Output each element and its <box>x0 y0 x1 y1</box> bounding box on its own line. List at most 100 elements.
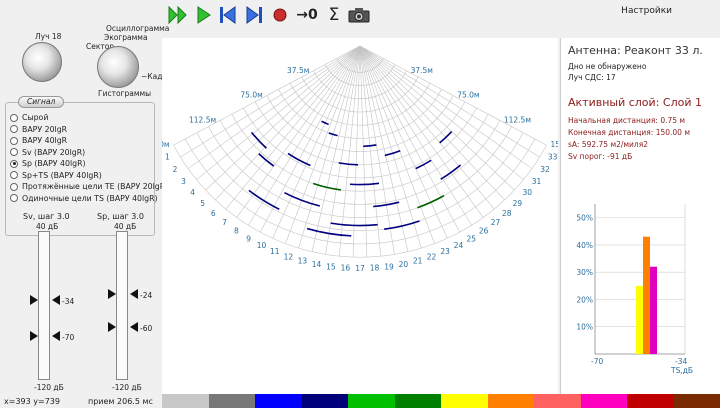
bottom-status: Дно не обнаружено <box>568 62 647 71</box>
echo-trace <box>363 144 377 148</box>
beam-number: 31 <box>532 177 542 186</box>
beam-number: 20 <box>399 260 409 269</box>
sp-marker2-left-icon[interactable] <box>108 322 116 332</box>
sv-marker-right-icon[interactable] <box>52 295 60 305</box>
palette-swatch[interactable] <box>580 394 627 408</box>
beam-number: 10 <box>257 241 267 250</box>
beam-number: 2 <box>173 165 178 174</box>
echo-trace <box>384 149 401 157</box>
signal-option-label: ВАРУ 40lgR <box>22 136 68 145</box>
beam-number: 15 <box>326 262 336 271</box>
settings-menu[interactable]: Настройки <box>621 6 672 16</box>
palette-swatch[interactable] <box>208 394 255 408</box>
sv-marker2-left-icon[interactable] <box>30 331 38 341</box>
range-label: 112.5м <box>504 115 531 124</box>
reset-zero-label: →0 <box>296 7 318 23</box>
radio-button[interactable] <box>10 182 18 191</box>
echo-trace <box>321 120 329 126</box>
radio-button[interactable] <box>10 171 18 179</box>
radio-button[interactable] <box>10 125 18 133</box>
sp-marker-right-icon[interactable] <box>130 289 138 299</box>
range-label: 37.5м <box>287 66 309 75</box>
hist-y-tick: 50% <box>576 214 593 223</box>
radio-button[interactable] <box>10 159 18 168</box>
skip-forward-icon[interactable] <box>244 5 264 25</box>
signal-option[interactable]: Sp (ВАРУ 40lgR) <box>10 158 86 169</box>
radio-button[interactable] <box>10 194 18 202</box>
signal-option-label: Sp (ВАРУ 40lgR) <box>22 159 86 168</box>
signal-option-label: Сырой <box>22 113 49 122</box>
palette-swatch[interactable] <box>348 394 395 408</box>
hist-y-tick: 40% <box>576 241 593 250</box>
sv-slider-track[interactable] <box>38 231 50 380</box>
hist-bar <box>643 236 650 354</box>
sv-slider-top: 40 дБ <box>36 222 59 231</box>
beam-number: 27 <box>491 218 501 227</box>
beam-number: 24 <box>454 241 464 250</box>
sonar-sector-canvas[interactable]: 37.5м37.5м75.0м75.0м112.5м112.5м150.0м15… <box>142 38 578 394</box>
echogram-label: Экограмма <box>104 33 148 42</box>
beam-number: 14 <box>312 260 322 269</box>
radio-button[interactable] <box>10 148 18 156</box>
record-icon[interactable] <box>270 5 290 25</box>
ts-histogram: 50% 40% 30% 20% 10% -70 -34TS,дБ <box>576 204 693 375</box>
sp-marker-2: -60 <box>140 324 153 333</box>
hist-y-tick: 10% <box>576 323 593 332</box>
palette-swatch[interactable] <box>673 394 720 408</box>
echo-trace <box>287 152 311 167</box>
reset-zero-icon[interactable]: →0 <box>295 5 319 25</box>
range-arc <box>243 107 477 179</box>
palette-swatch[interactable] <box>162 394 209 408</box>
play-icon[interactable] <box>194 5 214 25</box>
skip-back-icon[interactable] <box>218 5 238 25</box>
radio-button[interactable] <box>10 113 18 122</box>
oscillogram-label: Осциллограмма <box>106 24 170 33</box>
camera-icon[interactable] <box>348 5 370 25</box>
beam-number: 3 <box>181 177 186 186</box>
echo-trace <box>250 131 267 149</box>
view-mode-knob[interactable] <box>97 46 139 88</box>
beam-number: 28 <box>502 209 512 218</box>
palette-swatch[interactable] <box>534 394 581 408</box>
sp-marker-left-icon[interactable] <box>108 289 116 299</box>
radio-button[interactable] <box>10 136 18 145</box>
beam-number: 19 <box>384 262 394 271</box>
beam-sds: Луч СДС: 17 <box>568 73 616 82</box>
palette-swatch[interactable] <box>441 394 488 408</box>
sv-marker-left-icon[interactable] <box>30 295 38 305</box>
signal-option[interactable]: Sv (ВАРУ 20lgR) <box>10 147 85 158</box>
signal-option[interactable]: Sp+TS (ВАРУ 40lgR) <box>10 170 102 181</box>
beam-label: Луч 18 <box>35 32 62 41</box>
palette-swatch[interactable] <box>255 394 302 408</box>
signal-option-label: Sv (ВАРУ 20lgR) <box>22 147 86 157</box>
signal-option-label: Sp+TS (ВАРУ 40lgR) <box>22 170 102 180</box>
color-palette <box>162 394 720 408</box>
sv-marker-2: -70 <box>62 333 75 342</box>
palette-swatch[interactable] <box>487 394 534 408</box>
signal-option[interactable]: Одиночные цели TS (ВАРУ 40lgR) <box>10 193 158 204</box>
hist-bar <box>636 285 643 354</box>
beam-number: 25 <box>467 234 477 243</box>
sum-icon[interactable]: Σ <box>324 5 344 25</box>
beam-number: 21 <box>413 257 423 266</box>
sonar-sector-view[interactable]: 37.5м37.5м75.0м75.0м112.5м112.5м150.0м15… <box>142 38 578 394</box>
sv-marker2-right-icon[interactable] <box>52 331 60 341</box>
range-arc <box>219 120 501 205</box>
signal-option[interactable]: Протяжённые цели TE (ВАРУ 20lgR) <box>10 181 168 192</box>
signal-tab[interactable]: Сигнал <box>18 96 65 108</box>
palette-swatch[interactable] <box>627 394 674 408</box>
signal-option[interactable]: ВАРУ 40lgR <box>10 135 67 146</box>
signal-option-label: ВАРУ 20lgR <box>22 124 68 134</box>
sp-marker2-right-icon[interactable] <box>130 322 138 332</box>
palette-swatch[interactable] <box>301 394 348 408</box>
signal-option[interactable]: ВАРУ 20lgR <box>10 124 67 135</box>
beam-number: 22 <box>427 252 437 261</box>
echo-trace <box>439 131 453 144</box>
sp-slider-track[interactable] <box>116 231 128 380</box>
signal-option-label: Одиночные цели TS (ВАРУ 40lgR) <box>22 193 158 203</box>
beam-knob[interactable] <box>22 42 62 82</box>
beam-number: 26 <box>479 227 489 236</box>
palette-swatch[interactable] <box>394 394 441 408</box>
fast-forward-icon[interactable] <box>168 5 188 25</box>
signal-option[interactable]: Сырой <box>10 112 48 123</box>
